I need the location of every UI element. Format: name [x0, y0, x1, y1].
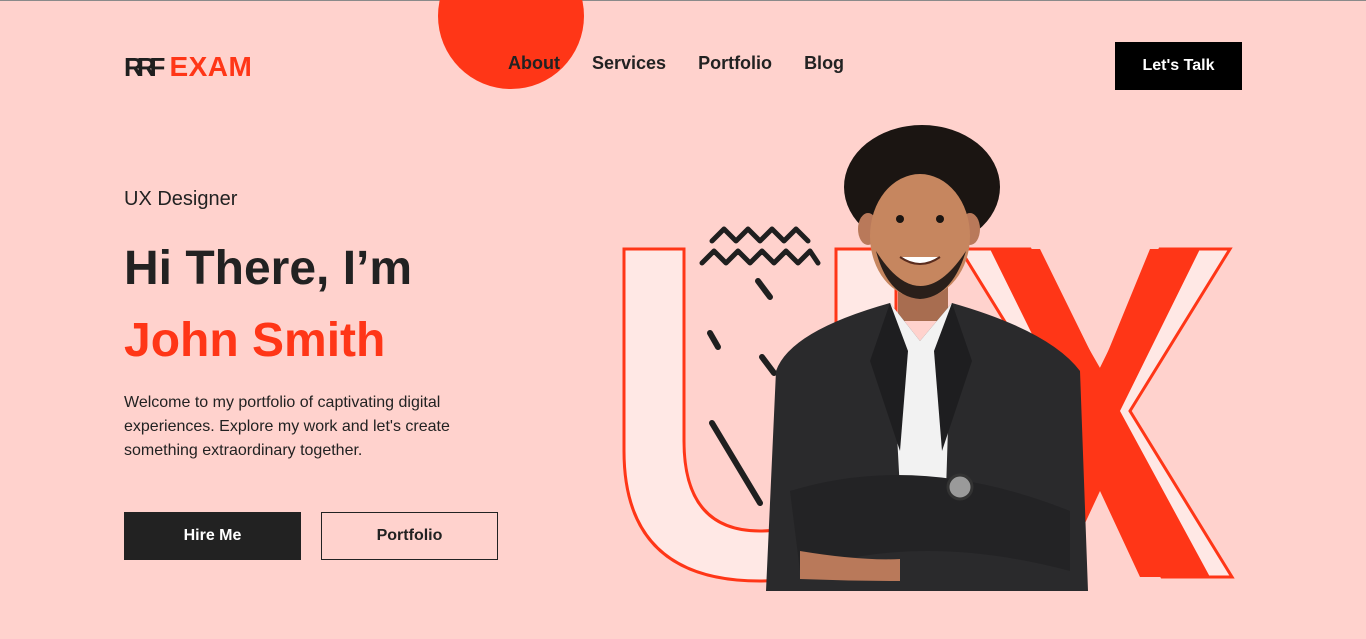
dash-marks	[707, 278, 777, 506]
wave-squiggle-icon	[699, 226, 821, 266]
nav-services[interactable]: Services	[592, 53, 666, 74]
nav-blog[interactable]: Blog	[804, 53, 844, 74]
nav-portfolio[interactable]: Portfolio	[698, 53, 772, 74]
greeting-heading: Hi There, I’m	[124, 242, 413, 295]
intro-text: Welcome to my portfolio of captivating d…	[124, 394, 450, 459]
hire-me-button[interactable]: Hire Me	[124, 512, 301, 560]
nav-about[interactable]: About	[508, 53, 560, 74]
logo-text: EXAM	[169, 51, 253, 82]
logo[interactable]: RRF EXAM	[124, 51, 252, 83]
portfolio-button[interactable]: Portfolio	[321, 512, 498, 560]
role-label: UX Designer	[124, 188, 238, 210]
portrait-photo	[766, 125, 1088, 591]
logo-mark: RRF	[124, 51, 166, 82]
decorative-circle	[438, 0, 584, 89]
hero-illustration	[622, 125, 1235, 591]
main-nav: About Services Portfolio Blog	[508, 53, 844, 74]
lets-talk-button[interactable]: Let's Talk	[1115, 42, 1242, 90]
name-heading: John Smith	[124, 314, 386, 367]
